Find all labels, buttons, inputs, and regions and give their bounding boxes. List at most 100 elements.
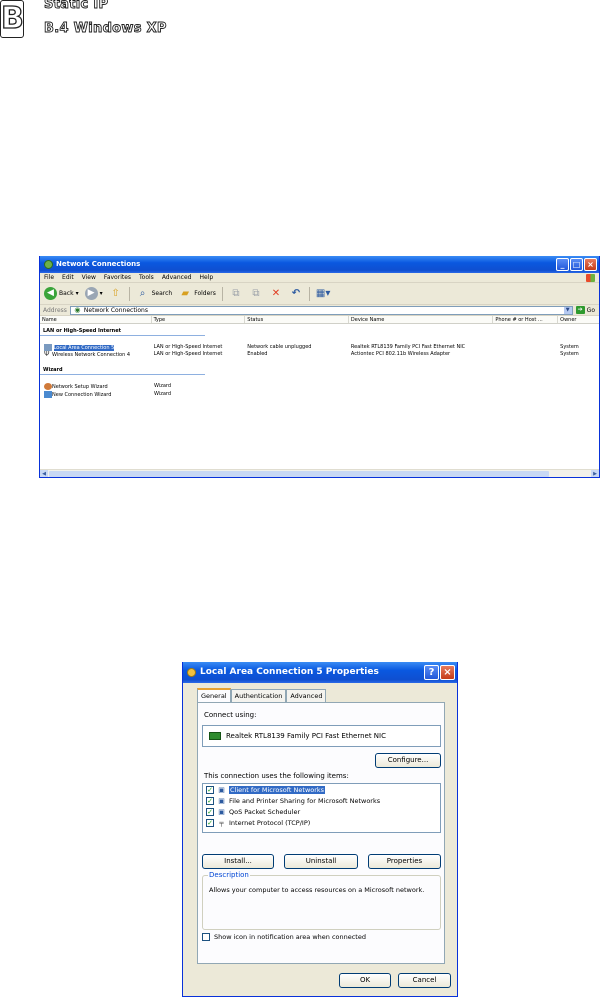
components-list: ✓ ▣ Client for Microsoft Networks ✓ ▣ Fi… xyxy=(202,783,441,833)
file-sharing-icon: ▣ xyxy=(218,796,225,805)
properties-button[interactable]: Properties xyxy=(368,854,441,869)
dialog-title: Local Area Connection 5 Properties xyxy=(200,667,379,677)
column-header-name[interactable]: Name xyxy=(40,316,152,323)
copy-to-icon[interactable]: ⧉ xyxy=(249,288,263,300)
address-input[interactable]: ◉ Network Connections ▼ xyxy=(69,305,573,315)
menu-help[interactable]: Help xyxy=(199,274,213,281)
item-checkbox[interactable]: ✓ xyxy=(206,807,214,816)
toolbar-separator xyxy=(128,286,130,301)
toolbar-separator xyxy=(221,286,223,301)
dropdown-arrow-icon[interactable]: ▾ xyxy=(76,290,79,297)
tab-general[interactable]: General xyxy=(197,688,231,702)
column-header-device-name[interactable]: Device Name xyxy=(349,316,494,323)
list-item[interactable]: ✓ ╤ Internet Protocol (TCP/IP) xyxy=(203,817,440,828)
scroll-left-icon[interactable]: ◀ xyxy=(40,470,48,477)
horizontal-scrollbar[interactable]: ◀ ▶ xyxy=(40,469,599,477)
list-item[interactable]: ✓ ▣ QoS Packet Scheduler xyxy=(203,806,440,817)
row-name: Network Setup Wizard xyxy=(52,383,108,390)
row-name-cell: Local Area Connection 5 xyxy=(40,343,152,351)
item-label: Client for Microsoft Networks xyxy=(229,785,326,794)
menu-tools[interactable]: Tools xyxy=(139,274,154,281)
windows-logo-icon xyxy=(586,274,595,282)
scheduler-icon: ▣ xyxy=(218,807,225,816)
row-name-cell: Ψ Wireless Network Connection 4 xyxy=(40,351,152,358)
search-button[interactable]: ⌕ Search xyxy=(136,288,173,300)
general-tab-page: Connect using: Realtek RTL8139 Family PC… xyxy=(197,702,445,964)
description-group: Description Allows your computer to acce… xyxy=(202,871,441,930)
item-checkbox[interactable]: ✓ xyxy=(206,796,214,805)
row-device: Realtek RTL8139 Family PCI Fast Ethernet… xyxy=(350,344,466,350)
row-type: Wizard xyxy=(154,383,172,389)
section-subtitle: B.4 Windows XP xyxy=(44,21,167,37)
menu-advanced[interactable]: Advanced xyxy=(162,274,192,281)
folders-button[interactable]: ▰ Folders xyxy=(178,288,216,300)
list-item[interactable]: ✓ ▣ File and Printer Sharing for Microso… xyxy=(203,795,440,806)
delete-icon[interactable]: ✕ xyxy=(269,288,283,300)
undo-icon[interactable]: ↶ xyxy=(289,288,303,300)
show-icon-checkbox[interactable] xyxy=(202,933,210,941)
new-connection-wizard-icon xyxy=(44,390,52,398)
row-type: LAN or High-Speed Internet xyxy=(153,351,223,357)
dialog-titlebar[interactable]: Local Area Connection 5 Properties ? × xyxy=(183,662,457,683)
table-row[interactable]: Ψ Wireless Network Connection 4 LAN or Hi… xyxy=(40,349,599,359)
row-owner: System xyxy=(560,351,579,357)
cancel-button[interactable]: Cancel xyxy=(398,973,451,988)
tab-authentication[interactable]: Authentication xyxy=(230,689,287,702)
row-name: Wireless Network Connection 4 xyxy=(52,351,131,358)
search-label: Search xyxy=(151,290,173,297)
ok-button[interactable]: OK xyxy=(339,973,391,988)
move-to-icon[interactable]: ⧉ xyxy=(229,288,243,300)
close-button[interactable]: × xyxy=(440,665,455,680)
row-status: Enabled xyxy=(247,351,268,357)
item-checkbox[interactable]: ✓ xyxy=(206,818,214,827)
forward-button[interactable]: ▶ ▾ xyxy=(84,287,103,300)
menu-bar: File Edit View Favorites Tools Advanced … xyxy=(40,273,599,283)
scroll-thumb[interactable] xyxy=(49,471,549,477)
wireless-antenna-icon: Ψ xyxy=(44,350,50,358)
column-header-status[interactable]: Status xyxy=(245,316,349,323)
window-titlebar[interactable]: Network Connections _ □ × xyxy=(40,256,599,273)
show-icon-option[interactable]: Show icon in notification area when conn… xyxy=(202,933,366,941)
tab-advanced[interactable]: Advanced xyxy=(286,689,327,702)
menu-edit[interactable]: Edit xyxy=(62,274,74,281)
description-text: Allows your computer to access resources… xyxy=(209,886,425,894)
scroll-right-icon[interactable]: ▶ xyxy=(591,470,599,477)
connect-using-label: Connect using: xyxy=(204,711,257,719)
dropdown-arrow-icon[interactable]: ▾ xyxy=(100,290,103,297)
close-button[interactable]: × xyxy=(584,258,597,271)
back-arrow-icon: ◀ xyxy=(44,287,57,300)
go-button[interactable]: ➔ Go xyxy=(575,306,599,314)
maximize-button[interactable]: □ xyxy=(570,258,583,271)
group-header: Wizard xyxy=(40,363,205,375)
column-header-type[interactable]: Type xyxy=(152,316,246,323)
adapter-name: Realtek RTL8139 Family PCI Fast Ethernet… xyxy=(226,732,386,740)
section-title: Static IP xyxy=(44,0,109,12)
minimize-button[interactable]: _ xyxy=(556,258,569,271)
install-button[interactable]: Install... xyxy=(202,854,274,869)
list-item[interactable]: ✓ ▣ Client for Microsoft Networks xyxy=(203,784,440,795)
up-folder-icon[interactable]: ⇧ xyxy=(109,288,123,300)
help-button[interactable]: ? xyxy=(424,665,439,680)
chevron-down-icon[interactable]: ▼ xyxy=(563,306,572,314)
row-type: LAN or High-Speed Internet xyxy=(153,344,223,350)
configure-button[interactable]: Configure... xyxy=(375,753,441,768)
column-header-owner[interactable]: Owner xyxy=(558,316,599,323)
views-icon[interactable]: ▦▾ xyxy=(316,288,330,300)
back-button[interactable]: ◀ Back ▾ xyxy=(44,287,79,300)
protocol-icon: ╤ xyxy=(219,818,224,827)
item-checkbox[interactable]: ✓ xyxy=(206,785,214,794)
folders-label: Folders xyxy=(194,290,216,297)
row-name: New Connection Wizard xyxy=(52,391,112,398)
uninstall-button[interactable]: Uninstall xyxy=(284,854,358,869)
go-arrow-icon: ➔ xyxy=(575,306,585,314)
address-label: Address xyxy=(43,306,67,314)
menu-favorites[interactable]: Favorites xyxy=(104,274,131,281)
lan-connection-icon xyxy=(44,343,52,351)
go-label: Go xyxy=(586,306,595,314)
table-row[interactable]: New Connection Wizard Wizard xyxy=(40,389,599,399)
column-header-phone[interactable]: Phone # or Host ... xyxy=(493,316,559,323)
menu-file[interactable]: File xyxy=(44,274,54,281)
description-legend: Description xyxy=(208,871,250,879)
menu-view[interactable]: View xyxy=(82,274,96,281)
row-status: Network cable unplugged xyxy=(247,344,312,350)
